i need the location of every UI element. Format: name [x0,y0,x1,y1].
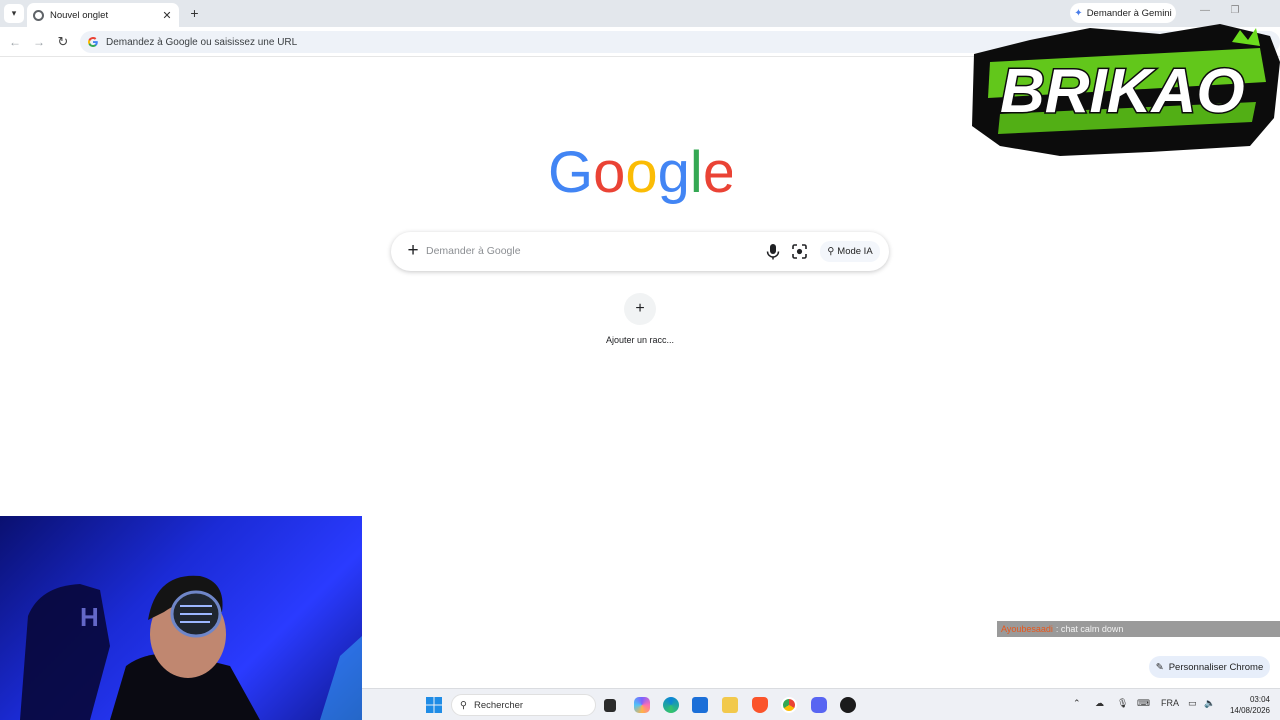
chrome-icon [33,9,44,21]
gemini-icon: ✦ [1074,7,1083,19]
search-icon: ⚲ [460,699,467,711]
task-view-icon[interactable] [604,699,616,712]
mode-ia-button[interactable]: ⚲ Mode IA [820,241,880,262]
pencil-icon: ✎ [1155,661,1164,673]
svg-text:Google: Google [548,142,732,205]
cloud-sync-icon[interactable]: ☁ [1095,698,1104,709]
add-shortcut-label: Ajouter un racc... [605,335,675,345]
network-icon[interactable]: ▭ [1188,698,1197,709]
brand-text: BRIKAO [1000,57,1245,126]
tab-new-tab[interactable]: Nouvel onglet ✕ [27,3,179,27]
minimize-icon[interactable]: — [1190,5,1220,21]
microphone-tray-icon[interactable]: 🎙 [1117,698,1128,709]
chat-message: Ayoubesaadi : chat calm down [997,621,1280,637]
taskbar-search-label: Rechercher [473,699,524,711]
clock[interactable]: 03:04 14/08/2026 [1224,694,1270,716]
show-hidden-icons-icon[interactable]: ⌃ [1073,698,1081,709]
tab-title: Nouvel onglet [50,9,109,21]
address-bar-placeholder: Demandez à Google ou saisissez une URL [106,36,298,48]
volume-icon[interactable]: 🔈 [1204,698,1215,709]
file-explorer-icon[interactable] [722,697,738,713]
svg-text:H: H [80,602,99,632]
chat-username: Ayoubesaadi [1001,624,1053,634]
close-tab-icon[interactable]: ✕ [161,9,173,22]
google-logo: Google [548,142,732,205]
back-icon[interactable]: ← [7,34,23,50]
ask-gemini-button[interactable]: ✦ Demander à Gemini [1070,3,1176,23]
brave-icon[interactable] [752,697,768,713]
store-icon[interactable] [692,697,708,713]
edge-icon[interactable] [663,697,679,713]
clock-time: 03:04 [1249,695,1270,704]
windows-start-icon[interactable] [426,697,442,713]
search-box: + ⚲ Mode IA [391,232,889,271]
brikao-brand-logo: BRIKAO [972,24,1280,156]
forward-icon[interactable]: → [31,34,47,50]
obs-icon[interactable] [840,697,856,713]
language-indicator[interactable]: FRA [1161,698,1179,708]
search-input[interactable] [426,243,746,259]
restore-icon[interactable]: ❐ [1220,5,1250,21]
taskbar: ⚲ Rechercher ⌃ ☁ 🎙 ⌨ FRA ▭ 🔈 03:04 14/08… [362,688,1280,720]
mode-ia-label: Mode IA [837,246,873,257]
new-tab-button[interactable]: + [186,5,203,22]
chat-text: : chat calm down [1055,624,1124,634]
google-g-icon [88,36,98,48]
customize-chrome-button[interactable]: ✎ Personnaliser Chrome [1149,656,1270,678]
gemini-label: Demander à Gemini [1086,7,1172,19]
add-shortcut-button[interactable]: + [624,293,656,325]
customize-chrome-label: Personnaliser Chrome [1168,661,1264,673]
ai-search-icon: ⚲ [827,246,835,257]
discord-icon[interactable] [811,697,827,713]
chrome-taskbar-icon[interactable] [781,697,797,713]
microphone-icon[interactable] [765,243,781,260]
copilot-icon[interactable] [634,697,650,713]
clock-date: 14/08/2026 [1229,706,1270,715]
webcam-overlay: H [0,516,362,720]
add-files-icon[interactable]: + [403,240,423,262]
google-lens-icon[interactable] [791,243,808,260]
tab-search-icon[interactable]: ▾ [4,4,24,23]
reload-icon[interactable]: ↻ [55,34,71,50]
streamer-camera-image: H [20,575,362,720]
keyboard-icon[interactable]: ⌨ [1137,698,1150,709]
taskbar-search[interactable]: ⚲ Rechercher [451,694,596,716]
